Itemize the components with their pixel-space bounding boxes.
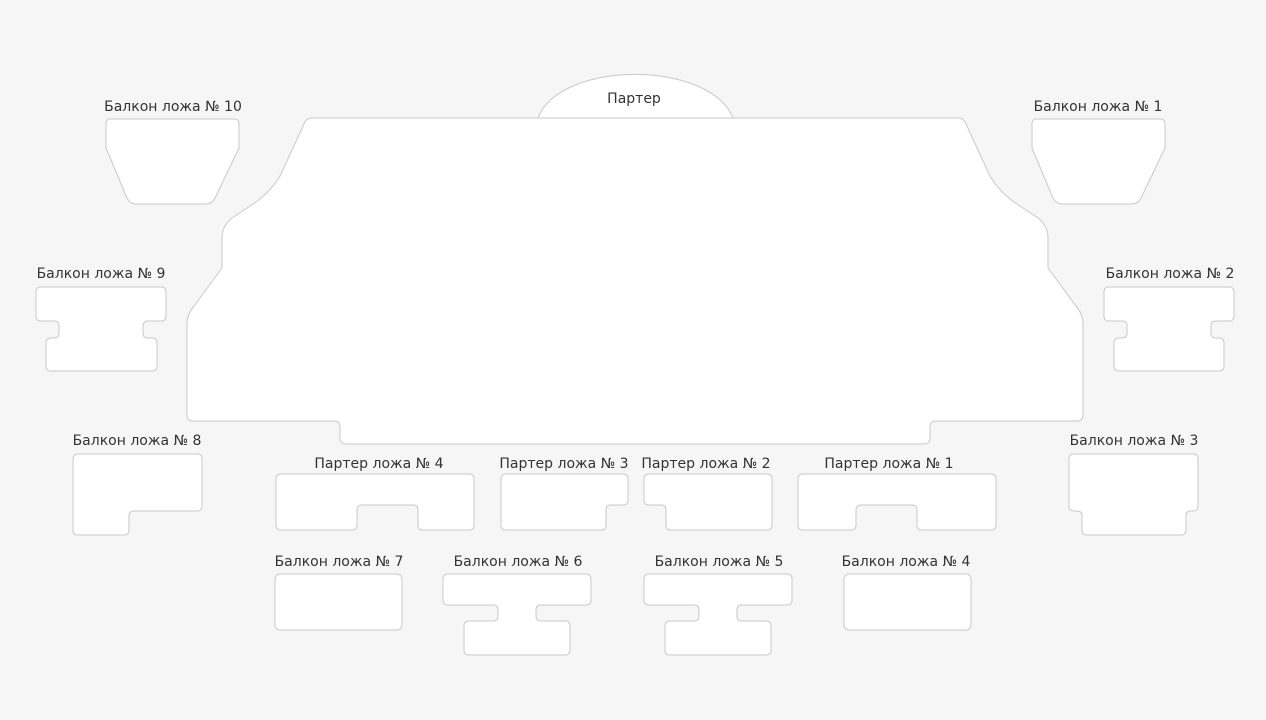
balcony-box-9-shape[interactable] — [35, 286, 167, 372]
zone-balcony-box-7[interactable]: Балкон ложа № 7 — [274, 554, 404, 631]
parter-hall-shape[interactable] — [186, 117, 1084, 445]
zone-balcony-box-1[interactable]: Балкон ложа № 1 — [1031, 99, 1166, 205]
zone-balcony-box-9[interactable]: Балкон ложа № 9 — [35, 266, 167, 372]
zone-balcony-box-5[interactable]: Балкон ложа № 5 — [643, 554, 793, 656]
balcony-box-4-label: Балкон ложа № 4 — [842, 554, 971, 570]
zone-parter-box-2[interactable]: Партер ложа № 2 — [641, 456, 773, 531]
balcony-box-5-label: Балкон ложа № 5 — [655, 554, 784, 570]
zone-balcony-box-8[interactable]: Балкон ложа № 8 — [72, 433, 203, 536]
parter-box-1-shape[interactable] — [797, 473, 997, 531]
balcony-box-7-shape[interactable] — [274, 573, 403, 631]
parter-box-4-label: Партер ложа № 4 — [314, 456, 443, 472]
balcony-box-1-label: Балкон ложа № 1 — [1034, 99, 1163, 115]
parter-box-3-shape[interactable] — [500, 473, 629, 531]
balcony-box-1-shape[interactable] — [1031, 118, 1166, 205]
balcony-box-10-label: Балкон ложа № 10 — [104, 99, 242, 115]
zone-balcony-box-3[interactable]: Балкон ложа № 3 — [1068, 433, 1199, 536]
zone-balcony-box-2[interactable]: Балкон ложа № 2 — [1103, 266, 1235, 372]
balcony-box-6-shape[interactable] — [442, 573, 592, 656]
parter-box-4-shape[interactable] — [275, 473, 475, 531]
balcony-box-2-label: Балкон ложа № 2 — [1106, 266, 1235, 282]
zone-parter-box-1[interactable]: Партер ложа № 1 — [797, 456, 997, 531]
balcony-box-2-shape[interactable] — [1103, 286, 1235, 372]
zone-parter-box-4[interactable]: Партер ложа № 4 — [275, 456, 475, 531]
balcony-box-3-shape[interactable] — [1068, 453, 1199, 536]
balcony-box-9-label: Балкон ложа № 9 — [37, 266, 166, 282]
parter-box-2-shape[interactable] — [643, 473, 773, 531]
balcony-box-7-label: Балкон ложа № 7 — [275, 554, 404, 570]
zone-parter-box-3[interactable]: Партер ложа № 3 — [499, 456, 629, 531]
hall-map-svg: Партер Балкон ложа № 10 Балкон ложа № 1 … — [35, 74, 1235, 656]
hall-map: Партер Балкон ложа № 10 Балкон ложа № 1 … — [0, 0, 1266, 720]
parter-box-1-label: Партер ложа № 1 — [824, 456, 953, 472]
zone-balcony-box-4[interactable]: Балкон ложа № 4 — [842, 554, 972, 631]
balcony-box-6-label: Балкон ложа № 6 — [454, 554, 583, 570]
balcony-box-10-shape[interactable] — [105, 118, 240, 205]
balcony-box-8-label: Балкон ложа № 8 — [73, 433, 202, 449]
balcony-box-8-shape[interactable] — [72, 453, 203, 536]
balcony-box-4-shape[interactable] — [843, 573, 972, 631]
balcony-box-3-label: Балкон ложа № 3 — [1070, 433, 1199, 449]
parter-label: Партер — [607, 91, 661, 107]
balcony-box-5-shape[interactable] — [643, 573, 793, 656]
parter-box-3-label: Партер ложа № 3 — [499, 456, 628, 472]
zone-parter[interactable]: Партер — [186, 74, 1084, 445]
zone-balcony-box-6[interactable]: Балкон ложа № 6 — [442, 554, 592, 656]
parter-box-2-label: Партер ложа № 2 — [641, 456, 770, 472]
zone-balcony-box-10[interactable]: Балкон ложа № 10 — [104, 99, 242, 205]
